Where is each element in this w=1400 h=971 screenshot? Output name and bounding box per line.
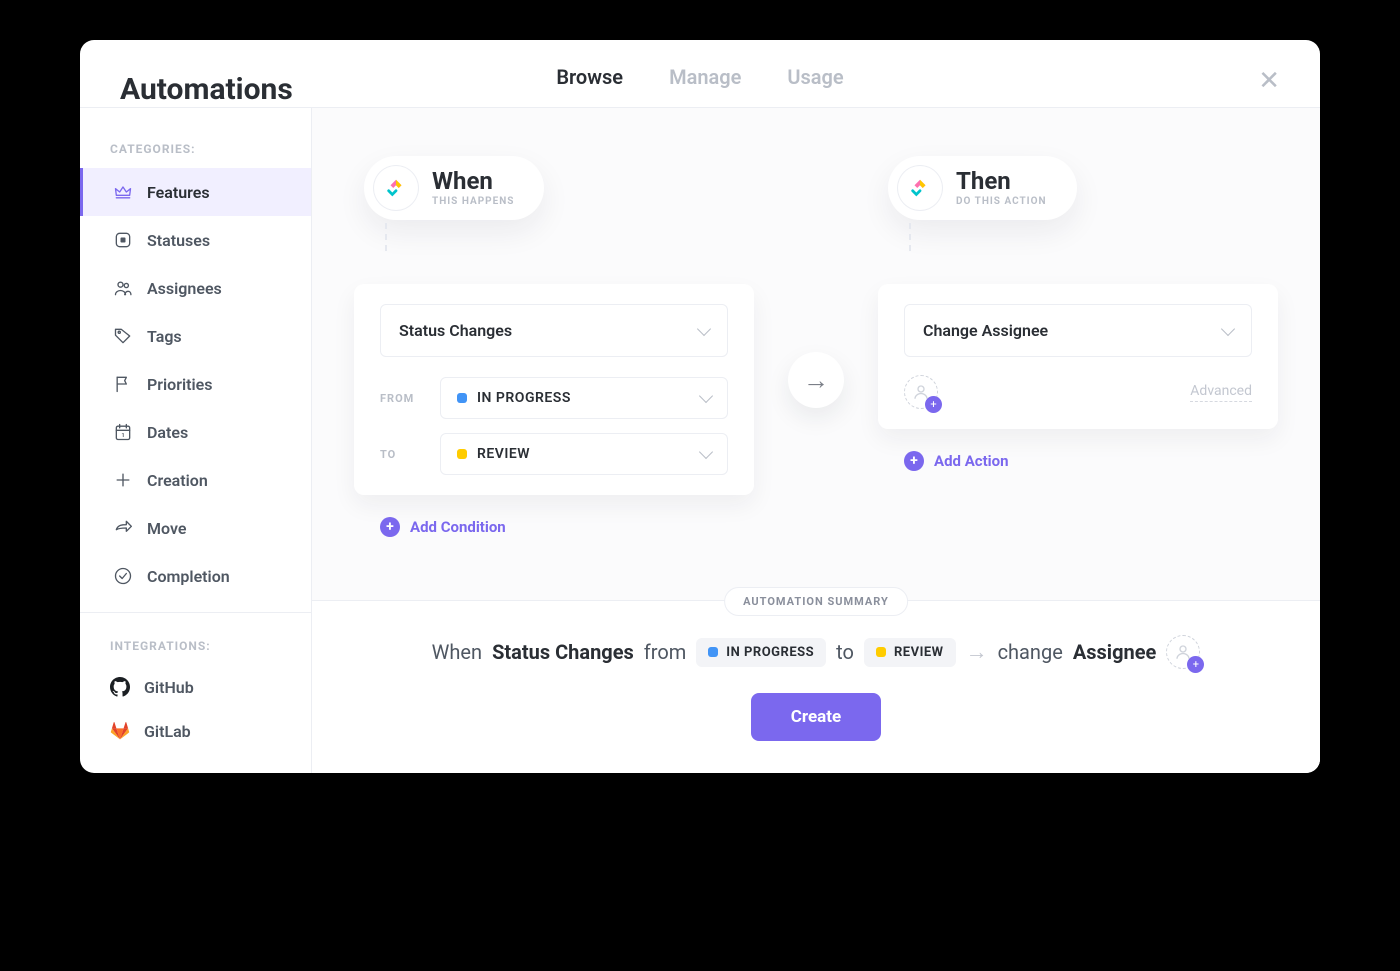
sidebar-item-features[interactable]: Features — [80, 168, 311, 216]
summary-target: Assignee — [1073, 640, 1157, 664]
svg-text:1: 1 — [121, 433, 124, 439]
sidebar-item-priorities[interactable]: Priorities — [80, 360, 311, 408]
from-status-select[interactable]: IN PROGRESS — [440, 377, 728, 419]
chevron-down-icon — [697, 321, 711, 335]
sidebar-item-label: Priorities — [147, 375, 213, 394]
header: Automations Browse Manage Usage ✕ — [80, 40, 1320, 108]
summary-assignee-icon[interactable]: + — [1166, 635, 1200, 669]
automations-window: Automations Browse Manage Usage ✕ CATEGO… — [80, 40, 1320, 773]
sidebar: CATEGORIES: Features Statuses Assignees … — [80, 108, 312, 773]
from-status: IN PROGRESS — [477, 390, 571, 406]
add-action-button[interactable]: + Add Action — [904, 451, 1009, 471]
sidebar-item-gitlab[interactable]: GitLab — [80, 709, 311, 753]
summary-to-word: to — [836, 640, 854, 664]
sidebar-item-github[interactable]: GitHub — [80, 665, 311, 709]
then-column: Then DO THIS ACTION Change Assignee — [878, 156, 1278, 471]
summary-line: When Status Changes from IN PROGRESS to … — [432, 635, 1201, 669]
plus-icon — [113, 470, 133, 490]
to-status: REVIEW — [477, 446, 530, 462]
chevron-down-icon — [1221, 321, 1235, 335]
sidebar-item-label: GitHub — [144, 678, 194, 697]
main: When THIS HAPPENS Status Changes FROM — [312, 108, 1320, 773]
summary-from-word: from — [644, 640, 686, 664]
sidebar-item-label: Features — [147, 183, 210, 202]
chevron-down-icon — [699, 445, 713, 459]
to-status-select[interactable]: REVIEW — [440, 433, 728, 475]
summary-trigger: Status Changes — [492, 640, 634, 664]
tabs: Browse Manage Usage — [556, 67, 843, 112]
add-action-label: Add Action — [934, 452, 1009, 470]
summary-chip: AUTOMATION SUMMARY — [724, 587, 908, 616]
sidebar-item-completion[interactable]: Completion — [80, 552, 311, 600]
github-icon — [110, 677, 130, 697]
add-condition-label: Add Condition — [410, 518, 506, 536]
chevron-down-icon — [699, 389, 713, 403]
summary-when-word: When — [432, 640, 482, 664]
then-card: Change Assignee + Advanced — [878, 284, 1278, 429]
crown-icon — [113, 182, 133, 202]
clickup-icon — [374, 166, 418, 210]
create-button[interactable]: Create — [751, 693, 881, 741]
summary-change-word: change — [998, 640, 1063, 664]
share-arrow-icon — [113, 518, 133, 538]
when-header: When THIS HAPPENS — [364, 156, 544, 220]
add-condition-button[interactable]: + Add Condition — [380, 517, 506, 537]
then-title: Then — [956, 169, 1047, 193]
sidebar-item-dates[interactable]: 1 Dates — [80, 408, 311, 456]
sidebar-item-label: Move — [147, 519, 186, 538]
summary-from-status: IN PROGRESS — [696, 638, 826, 667]
sidebar-item-label: Statuses — [147, 231, 210, 250]
sidebar-item-tags[interactable]: Tags — [80, 312, 311, 360]
status-color-dot — [457, 393, 467, 403]
when-column: When THIS HAPPENS Status Changes FROM — [354, 156, 754, 537]
gitlab-icon — [110, 721, 130, 741]
sidebar-item-statuses[interactable]: Statuses — [80, 216, 311, 264]
sidebar-item-move[interactable]: Move — [80, 504, 311, 552]
clickup-icon — [898, 166, 942, 210]
tab-manage[interactable]: Manage — [669, 67, 741, 112]
sidebar-item-label: Completion — [147, 567, 230, 586]
tab-usage[interactable]: Usage — [787, 67, 843, 112]
plus-circle-icon: + — [904, 451, 924, 471]
calendar-icon: 1 — [113, 422, 133, 442]
status-icon — [113, 230, 133, 250]
trigger-select[interactable]: Status Changes — [380, 304, 728, 357]
people-icon — [113, 278, 133, 298]
then-header: Then DO THIS ACTION — [888, 156, 1077, 220]
categories-heading: CATEGORIES: — [80, 128, 311, 168]
when-card: Status Changes FROM IN PROGRESS TO — [354, 284, 754, 495]
sidebar-item-label: Creation — [147, 471, 208, 490]
integrations-heading: INTEGRATIONS: — [80, 625, 311, 665]
close-icon[interactable]: ✕ — [1258, 68, 1280, 94]
plus-badge-icon: + — [925, 396, 942, 413]
sidebar-item-label: Dates — [147, 423, 188, 442]
sidebar-item-label: GitLab — [144, 722, 191, 741]
plus-circle-icon: + — [380, 517, 400, 537]
arrow-icon: → — [966, 639, 988, 665]
sidebar-item-label: Tags — [147, 327, 182, 346]
summary-to-status: REVIEW — [864, 638, 956, 667]
summary-bar: AUTOMATION SUMMARY When Status Changes f… — [312, 600, 1320, 773]
tag-icon — [113, 326, 133, 346]
sidebar-item-label: Assignees — [147, 279, 222, 298]
plus-badge-icon: + — [1187, 656, 1204, 673]
arrow-divider-icon: → — [788, 352, 844, 408]
sidebar-item-assignees[interactable]: Assignees — [80, 264, 311, 312]
from-label: FROM — [380, 392, 424, 405]
add-assignee-button[interactable]: + — [904, 375, 938, 409]
check-circle-icon — [113, 566, 133, 586]
flag-icon — [113, 374, 133, 394]
when-subtitle: THIS HAPPENS — [432, 196, 514, 207]
when-title: When — [432, 169, 514, 193]
advanced-link[interactable]: Advanced — [1190, 383, 1252, 402]
tab-browse[interactable]: Browse — [556, 67, 623, 112]
page-title: Automations — [120, 72, 293, 107]
action-label: Change Assignee — [923, 321, 1048, 340]
then-subtitle: DO THIS ACTION — [956, 196, 1047, 207]
status-color-dot — [457, 449, 467, 459]
sidebar-item-creation[interactable]: Creation — [80, 456, 311, 504]
action-select[interactable]: Change Assignee — [904, 304, 1252, 357]
to-label: TO — [380, 448, 424, 461]
trigger-label: Status Changes — [399, 321, 512, 340]
